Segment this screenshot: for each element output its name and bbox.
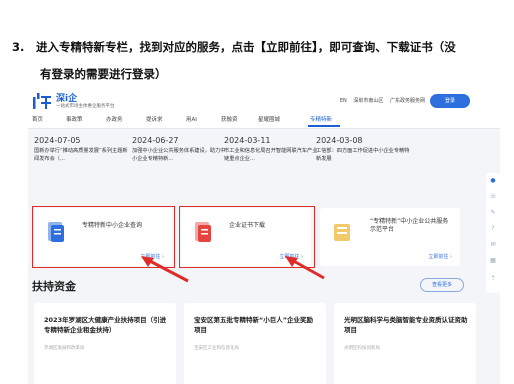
header-links: EN 深圳市南山区 广东政务服务网 xyxy=(335,97,425,104)
fund-card[interactable]: 光明区脑科学与类脑智能专业资质认证资助项目 光明区科技创新局 xyxy=(334,303,476,384)
news-item[interactable]: 2024-03-08 工信部：四方面工作促进中小企业专精特新发展 xyxy=(316,136,411,163)
step-number: 3. xyxy=(12,40,25,54)
news-date: 2024-06-27 xyxy=(132,136,179,145)
news-date: 2024-03-08 xyxy=(316,136,363,145)
message-icon[interactable]: ✉ xyxy=(489,241,497,249)
go-now-link[interactable]: 立即前往 › xyxy=(428,253,452,260)
fund-title: 宝安区第五批专精特新“小巨人”企业奖励项目 xyxy=(194,316,314,334)
instruction-line-2: 有登录的需要进行登录） xyxy=(40,67,167,81)
news-title: 工信部：四方面工作促进中小企业专精特新发展 xyxy=(316,148,410,162)
news-date: 2024-07-05 xyxy=(34,136,81,145)
view-more-button[interactable]: 查看更多 xyxy=(420,278,464,292)
news-title: 市工业和信息化局召开智能网联汽车产业链重点企业... xyxy=(224,148,318,162)
nav-active-underline xyxy=(308,125,340,127)
highlight-box xyxy=(32,206,175,268)
highlight-box xyxy=(179,206,315,268)
news-date: 2024-03-11 xyxy=(224,136,271,145)
fund-card[interactable]: 宝安区第五批专精特新“小巨人”企业奖励项目 宝安区工业和信息化局 xyxy=(184,303,326,384)
calendar-icon[interactable]: ▦ xyxy=(489,257,497,265)
nav-item-appeal[interactable]: 提诉求 xyxy=(146,115,163,123)
phone-icon[interactable]: ☏ xyxy=(489,193,497,201)
region-selector[interactable]: 深圳市南山区 xyxy=(353,98,383,104)
instruction-line-1: 进入专精特新专栏，找到对应的服务，点击【立即前往】，即可查询、下载证书（没 xyxy=(36,40,456,54)
news-title: 国新办举行“推动高质量发展”系列主题新闻发布会（... xyxy=(34,148,128,162)
nav-item-star[interactable]: 星耀圈城 xyxy=(258,115,280,123)
news-title: 加强中小企业公共服务体系建设，助力中小企业专精特新... xyxy=(132,148,226,162)
fund-meta: 宝安区工业和信息化局 xyxy=(194,346,239,351)
news-item[interactable]: 2024-06-27 加强中小企业公共服务体系建设，助力中小企业专精特新... xyxy=(132,136,227,163)
help-icon[interactable]: ? xyxy=(489,225,497,233)
news-item[interactable]: 2024-07-05 国新办举行“推动高质量发展”系列主题新闻发布会（... xyxy=(34,136,129,163)
floating-sidebar: ● ☏ ✎ ? ✉ ▦ ⇡ xyxy=(486,173,500,293)
login-button[interactable]: 登录 xyxy=(430,94,470,108)
fund-meta: 罗湖区发展和改革局 xyxy=(44,346,85,351)
fund-card[interactable]: 2023年罗湖区大健康产业扶持项目（引进专精特新企业租金扶持） 罗湖区发展和改革… xyxy=(34,303,176,384)
section-title: 扶持资金 xyxy=(32,280,76,293)
service-card-platform[interactable]: “专精特新”中小企业公共服务示范平台 立即前往 › xyxy=(320,208,460,266)
lang-switch[interactable]: EN xyxy=(340,98,347,104)
main-nav: 首页 事政策 办政务 提诉求 用AI 获融资 星耀圈城 专精特新 xyxy=(28,114,500,129)
nav-item-specialized[interactable]: 专精特新 xyxy=(310,115,332,123)
website-screenshot: 深i企 一站式市场主体惠企服务平台 EN 深圳市南山区 广东政务服务网 登录 首… xyxy=(28,88,500,384)
nav-item-ai[interactable]: 用AI xyxy=(186,115,197,123)
platform-icon xyxy=(334,224,350,241)
chat-icon[interactable]: ● xyxy=(489,177,497,185)
service-card-title: “专精特新”中小企业公共服务示范平台 xyxy=(370,218,449,233)
portal-link[interactable]: 广东政务服务网 xyxy=(390,98,425,104)
back-to-top-icon[interactable]: ⇡ xyxy=(489,275,497,283)
nav-item-affairs[interactable]: 办政务 xyxy=(106,115,123,123)
fund-title: 光明区脑科学与类脑智能专业资质认证资助项目 xyxy=(344,316,468,334)
brand-subtitle: 一站式市场主体惠企服务平台 xyxy=(56,104,115,109)
news-item[interactable]: 2024-03-11 市工业和信息化局召开智能网联汽车产业链重点企业... xyxy=(224,136,319,163)
nav-item-home[interactable]: 首页 xyxy=(32,115,43,123)
site-logo-icon xyxy=(33,93,51,109)
fund-title: 2023年罗湖区大健康产业扶持项目（引进专精特新企业租金扶持） xyxy=(44,316,167,334)
nav-item-policy[interactable]: 事政策 xyxy=(66,115,83,123)
nav-item-finance[interactable]: 获融资 xyxy=(221,115,238,123)
fund-meta: 光明区科技创新局 xyxy=(344,346,380,351)
feedback-icon[interactable]: ✎ xyxy=(489,209,497,217)
